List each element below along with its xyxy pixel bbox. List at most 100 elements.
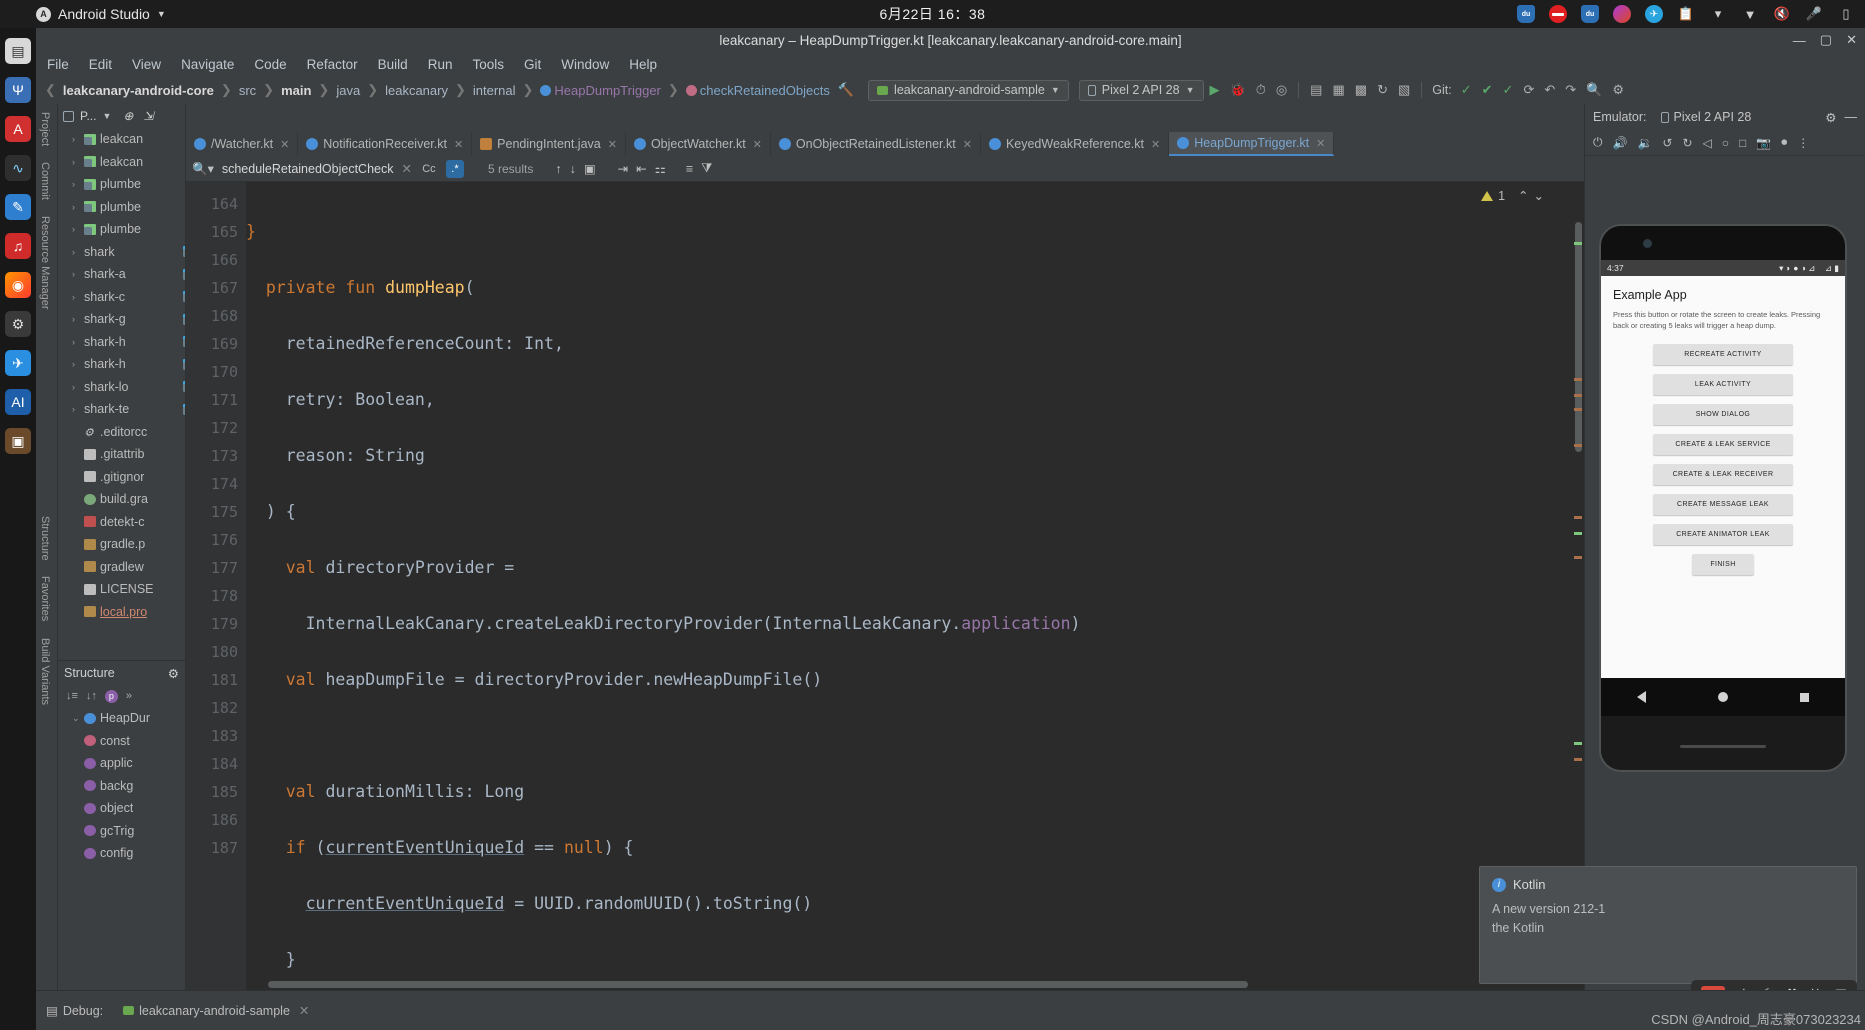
rail-item-commit[interactable]: Commit [36, 154, 54, 208]
breadcrumb-2[interactable]: main [279, 83, 313, 98]
chevron-right-icon[interactable]: › [72, 134, 80, 144]
close-icon[interactable]: ✕ [280, 138, 289, 151]
tab-keyed-weak-reference[interactable]: KeyedWeakReference.kt ✕ [981, 132, 1170, 156]
shield-icon[interactable]: du [1517, 5, 1535, 23]
menu-navigate[interactable]: Navigate [178, 56, 237, 73]
volume-muted-icon[interactable]: 🔇 [1773, 5, 1791, 23]
volume-up-icon[interactable]: 🔊 [1613, 136, 1628, 150]
tree-item-gradlew[interactable]: gradlew [58, 556, 185, 579]
chevron-right-icon[interactable]: › [72, 314, 80, 324]
git-update-icon[interactable]: ✓ [1457, 82, 1476, 98]
undo-icon[interactable]: ↶ [1540, 82, 1559, 98]
tab-object-watcher[interactable]: ObjectWatcher.kt ✕ [626, 132, 771, 156]
tree-item-leakcanary-2[interactable]: › leakcan [58, 151, 185, 174]
menu-file[interactable]: File [44, 56, 72, 73]
battery-icon[interactable]: ▯ [1837, 5, 1855, 23]
chevron-right-icon[interactable]: › [72, 202, 80, 212]
menu-build[interactable]: Build [375, 56, 411, 73]
tab-heap-dump-trigger[interactable]: HeapDumpTrigger.kt ✕ [1169, 132, 1335, 156]
tree-item-gitattributes[interactable]: .gitattrib [58, 443, 185, 466]
structure-settings-icon[interactable]: ⚙ [168, 666, 179, 681]
chevron-right-icon[interactable]: › [72, 337, 80, 347]
create-message-leak-button[interactable]: CREATE MESSAGE LEAK [1653, 493, 1793, 515]
close-icon[interactable]: ✕ [299, 1003, 309, 1018]
breadcrumb-6[interactable]: HeapDumpTrigger [538, 83, 662, 98]
attach-debugger-button[interactable]: ⏱ [1252, 82, 1270, 98]
rail-item-favorites[interactable]: Favorites [36, 568, 54, 629]
rail-item-project[interactable]: Project [36, 104, 54, 154]
structure-item-application[interactable]: applic [58, 752, 185, 775]
find-in-selection-icon[interactable]: ⇥ [618, 161, 628, 176]
close-icon[interactable]: ✕ [753, 138, 762, 151]
avd-manager-button[interactable]: ▤ [1306, 82, 1326, 98]
tree-item-shark-g[interactable]: › shark-g [58, 308, 185, 331]
tree-item-gitignore[interactable]: .gitignor [58, 466, 185, 489]
tree-item-shark-h-2[interactable]: › shark-h [58, 353, 185, 376]
menu-window[interactable]: Window [558, 56, 612, 73]
code-text[interactable]: } private fun dumpHeap( retainedReferenc… [246, 182, 1584, 990]
tree-item-leakcanary-1[interactable]: › leakcan [58, 128, 185, 151]
collapse-all-icon[interactable]: ⇲ [143, 109, 153, 123]
sdk-manager-button[interactable]: ▦ [1328, 82, 1348, 98]
menu-run[interactable]: Run [425, 56, 456, 73]
close-button[interactable]: ✕ [1846, 32, 1857, 48]
project-panel-label[interactable]: P... [80, 109, 96, 123]
line-number-gutter[interactable]: 164 165 166 167 168 169 170 171 172 173 … [186, 182, 246, 990]
sync-gradle-button[interactable]: ↻ [1373, 82, 1392, 98]
tab-on-object-retained-listener[interactable]: OnObjectRetainedListener.kt ✕ [771, 132, 981, 156]
flame-icon[interactable] [1613, 5, 1631, 23]
tree-item-plumber-2[interactable]: › plumbe [58, 196, 185, 219]
do-not-disturb-icon[interactable] [1549, 5, 1567, 23]
tree-item-shark[interactable]: › shark [58, 241, 185, 264]
chevron-right-icon[interactable]: › [72, 404, 80, 414]
select-all-occurrences-icon[interactable]: ▣ [584, 161, 596, 176]
dock-firefox-icon[interactable]: ◉ [5, 272, 31, 298]
git-commit-icon[interactable]: ✔ [1478, 82, 1497, 98]
back-icon[interactable]: ◁ [1703, 136, 1712, 150]
build-hammer-icon[interactable]: 🔨 [834, 82, 858, 98]
emulator-minimize-icon[interactable]: ― [1845, 110, 1858, 124]
locate-icon[interactable]: ⊕ [123, 109, 133, 123]
find-settings-icon[interactable]: ⚏ [655, 161, 666, 176]
debug-status[interactable]: ▤ Debug: [36, 1003, 113, 1019]
device-selector[interactable]: Pixel 2 API 28 ▼ [1078, 79, 1204, 101]
run-config-selector[interactable]: leakcanary-android-sample ▼ [868, 79, 1069, 101]
overview-icon[interactable] [1800, 692, 1809, 702]
home-icon[interactable] [1718, 692, 1728, 702]
tree-item-build-gradle[interactable]: build.gra [58, 488, 185, 511]
close-icon[interactable]: ✕ [608, 138, 617, 151]
recreate-activity-button[interactable]: RECREATE ACTIVITY [1653, 343, 1793, 365]
properties-filter-icon[interactable]: p [104, 689, 118, 703]
menu-view[interactable]: View [129, 56, 164, 73]
tree-item-license[interactable]: LICENSE [58, 578, 185, 601]
device-frame[interactable]: 4:37 ▾ ◗ ● ◑ ⊿ ⊿ ▮ Example App Press thi… [1599, 224, 1847, 772]
tree-item-editorconfig[interactable]: ⚙ .editorcc [58, 421, 185, 444]
dock-ide-icon[interactable]: AI [5, 389, 31, 415]
back-icon[interactable] [1637, 691, 1646, 703]
create-leak-receiver-button[interactable]: CREATE & LEAK RECEIVER [1653, 463, 1793, 485]
tree-item-shark-a[interactable]: › shark-a [58, 263, 185, 286]
chevron-right-icon[interactable]: › [72, 269, 80, 279]
redo-icon[interactable]: ↷ [1561, 82, 1580, 98]
chevron-right-icon[interactable]: › [72, 247, 80, 257]
chevron-down-icon-tray[interactable]: ▾ [1709, 5, 1727, 23]
create-animator-leak-button[interactable]: CREATE ANIMATOR LEAK [1653, 523, 1793, 545]
tree-item-detekt-config[interactable]: detekt-c [58, 511, 185, 534]
search-everywhere-icon[interactable]: 🔍 [1582, 82, 1606, 98]
structure-item-heapdumptrigger[interactable]: ⌄ HeapDur [58, 707, 185, 730]
leak-activity-button[interactable]: LEAK ACTIVITY [1653, 373, 1793, 395]
git-history-icon[interactable]: ⟳ [1519, 82, 1538, 98]
breadcrumb-0[interactable]: leakcanary-android-core [61, 83, 216, 98]
tree-item-plumber-3[interactable]: › plumbe [58, 218, 185, 241]
finish-button[interactable]: FINISH [1692, 553, 1754, 575]
rotate-left-icon[interactable]: ↺ [1662, 136, 1672, 150]
rail-item-structure[interactable]: Structure [36, 508, 54, 569]
match-case-toggle[interactable]: Cc [420, 160, 438, 178]
microphone-icon[interactable]: 🎤 [1805, 5, 1823, 23]
dock-acrobat-icon[interactable]: A [5, 116, 31, 142]
dock-telegram-icon[interactable]: ✈ [5, 350, 31, 376]
editor-horizontal-scrollbar[interactable] [268, 981, 1248, 988]
home-icon[interactable]: ○ [1722, 136, 1729, 150]
run-button[interactable]: ▶ [1206, 82, 1224, 98]
dock-chart-icon[interactable]: ∿ [5, 155, 31, 181]
